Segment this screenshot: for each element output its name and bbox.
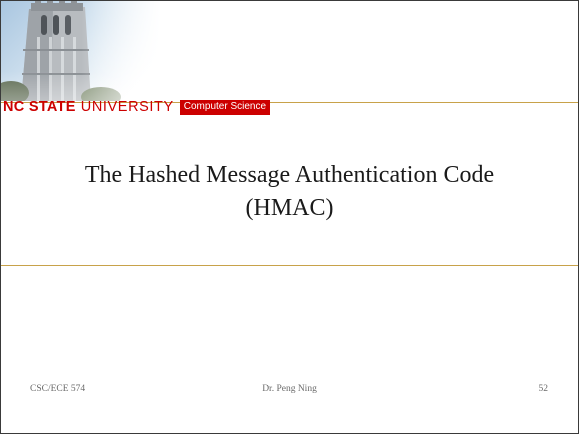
department-badge: Computer Science [179,99,271,115]
footer-page-number: 52 [538,384,549,394]
bell-tower-photo [1,1,161,101]
university-logo: NC STATE UNIVERSITY Computer Science [1,99,271,115]
slide: NC STATE UNIVERSITY Computer Science The… [0,0,579,434]
brand-university-text: UNIVERSITY [80,99,174,115]
slide-title-line-2: (HMAC) [245,195,334,221]
slide-title-line-1: The Hashed Message Authentication Code [84,162,495,188]
title-divider [1,265,578,266]
brand-state-text: NC STATE [3,99,76,115]
footer-author: Dr. Peng Ning [262,384,317,394]
slide-title: The Hashed Message Authentication Code (… [1,159,578,225]
